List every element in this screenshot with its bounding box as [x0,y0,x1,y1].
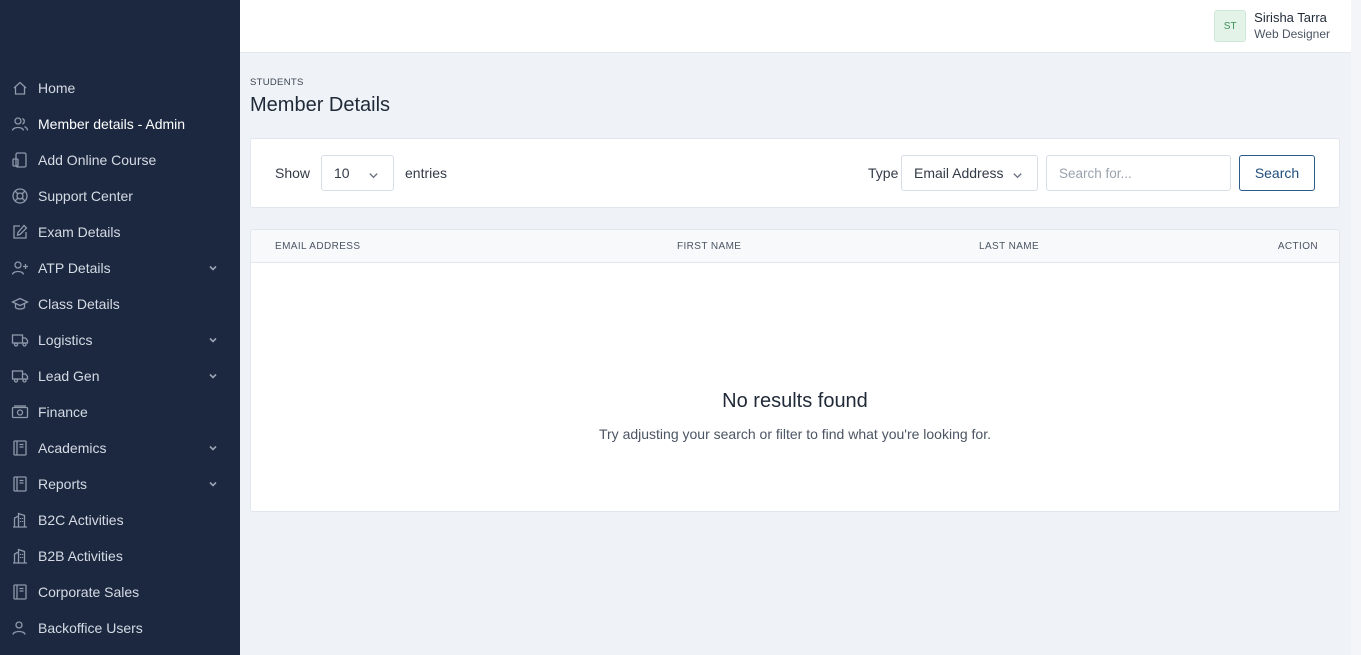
breadcrumb: STUDENTS [250,77,304,88]
scrollbar-track[interactable] [1351,0,1361,655]
sidebar-item-label: Reports [38,476,88,492]
sidebar-item-finance[interactable]: Finance [0,394,240,430]
sidebar-item-label: Member details - Admin [38,116,186,132]
user-icon [11,619,29,637]
sidebar-item-logistics[interactable]: Logistics [0,322,240,358]
sidebar-item-label: Support Center [38,188,133,204]
sidebar-item-home[interactable]: Home [0,70,240,106]
sidebar-item-label: Add Online Course [38,152,157,168]
sidebar-item-label: Corporate Sales [38,584,140,600]
users-icon [11,115,29,133]
sidebar-item-support-center[interactable]: Support Center [0,178,240,214]
lifebuoy-icon [11,187,29,205]
page-title: Member Details [250,94,391,116]
sidebar-item-class-details[interactable]: Class Details [0,286,240,322]
column-header-action: ACTION [1277,241,1318,252]
column-header-email[interactable]: EMAIL ADDRESS [275,241,360,252]
money-icon [11,403,29,421]
user-menu[interactable]: ST Sirisha Tarra Web Designer [1214,10,1330,42]
book-icon [11,475,29,493]
column-header-first-name[interactable]: FIRST NAME [677,241,741,252]
sidebar-item-label: Academics [38,440,107,456]
sidebar-item-backoffice-users[interactable]: Backoffice Users [0,610,240,646]
entries-label: entries [405,165,448,181]
edit-icon [11,223,29,241]
truck-icon [11,367,29,385]
sidebar-item-lead-gen[interactable]: Lead Gen [0,358,240,394]
sidebar-item-member-details-admin[interactable]: Member details - Admin [0,106,240,142]
sidebar-item-label: Lead Gen [38,368,100,384]
chevron-down-icon [368,168,379,179]
building-icon [11,511,29,529]
chevron-down-icon [208,479,218,489]
table-header: EMAIL ADDRESS FIRST NAME LAST NAME ACTIO… [251,230,1339,263]
search-button[interactable]: Search [1239,155,1315,191]
sidebar-item-academics[interactable]: Academics [0,430,240,466]
chevron-down-icon [208,335,218,345]
sidebar-item-corporate-sales[interactable]: Corporate Sales [0,574,240,610]
empty-state-message: Try adjusting your search or filter to f… [598,426,991,442]
sidebar-item-label: Backoffice Users [38,620,143,636]
user-plus-icon [11,259,29,277]
sidebar-nav: Home Member details - Admin Add Online Cou… [0,70,240,646]
book-icon [11,583,29,601]
filter-card: Show 10 entries Type Email Address Searc… [250,138,1340,208]
sidebar-item-label: B2B Activities [38,548,123,564]
search-input[interactable] [1046,155,1231,191]
entries-select[interactable]: 10 [321,155,394,191]
device-icon [11,151,29,169]
sidebar-item-exam-details[interactable]: Exam Details [0,214,240,250]
sidebar-item-label: Logistics [38,332,93,348]
user-info: Sirisha Tarra Web Designer [1254,10,1330,42]
empty-state-title: No results found [722,390,868,412]
user-name: Sirisha Tarra [1254,10,1327,25]
sidebar-item-atp-details[interactable]: ATP Details [0,250,240,286]
sidebar-item-b2b-activities[interactable]: B2B Activities [0,538,240,574]
user-role: Web Designer [1254,27,1330,41]
type-label: Type [868,165,899,181]
truck-icon [11,331,29,349]
sidebar-item-label: ATP Details [38,260,111,276]
entries-select-value: 10 [334,165,350,181]
chevron-down-icon [208,443,218,453]
results-table: EMAIL ADDRESS FIRST NAME LAST NAME ACTIO… [250,229,1340,512]
sidebar-item-add-online-course[interactable]: Add Online Course [0,142,240,178]
sidebar-item-label: Class Details [38,296,120,312]
sidebar-item-label: Home [38,80,76,96]
avatar[interactable]: ST [1214,10,1247,42]
sidebar-item-label: Finance [38,404,88,420]
type-select-value: Email Address [914,165,1004,181]
sidebar-item-b2c-activities[interactable]: B2C Activities [0,502,240,538]
chevron-down-icon [208,263,218,273]
sidebar-item-reports[interactable]: Reports [0,466,240,502]
type-select[interactable]: Email Address [901,155,1038,191]
show-label: Show [275,165,311,181]
chevron-down-icon [1012,168,1023,179]
top-bar: ST Sirisha Tarra Web Designer [240,0,1351,53]
sidebar: Home Member details - Admin Add Online Cou… [0,0,240,655]
column-header-last-name[interactable]: LAST NAME [979,241,1039,252]
chevron-down-icon [208,371,218,381]
building-icon [11,547,29,565]
graduation-cap-icon [11,295,29,313]
sidebar-item-label: B2C Activities [38,512,124,528]
home-icon [11,79,29,97]
sidebar-item-label: Exam Details [38,224,121,240]
book-icon [11,439,29,457]
